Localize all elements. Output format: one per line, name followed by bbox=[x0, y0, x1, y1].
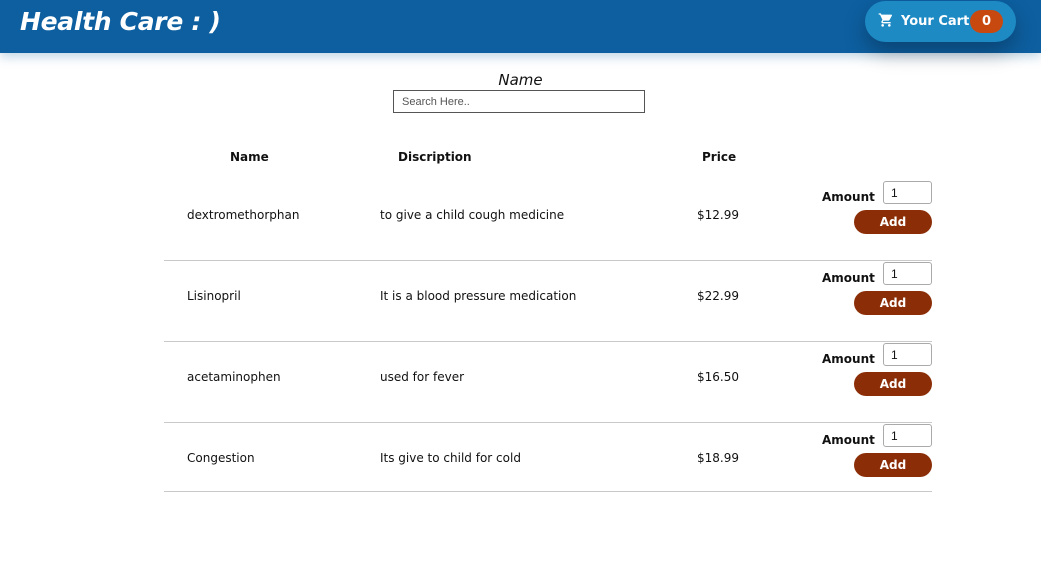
cart-label: Your Cart bbox=[901, 14, 970, 29]
top-navbar: Health Care : ) Your Cart 0 bbox=[0, 0, 1041, 53]
cart-button[interactable]: Your Cart 0 bbox=[865, 1, 1016, 42]
product-row: acetaminophen used for fever $16.50 Amou… bbox=[164, 342, 932, 423]
search-input[interactable] bbox=[393, 90, 645, 113]
product-price: $18.99 bbox=[697, 451, 739, 465]
add-button[interactable]: Add bbox=[854, 453, 932, 477]
amount-input[interactable] bbox=[883, 262, 932, 285]
amount-input[interactable] bbox=[883, 424, 932, 447]
product-row: Lisinopril It is a blood pressure medica… bbox=[164, 261, 932, 342]
product-description: to give a child cough medicine bbox=[380, 208, 565, 222]
amount-input[interactable] bbox=[883, 343, 932, 366]
product-description: used for fever bbox=[380, 370, 465, 384]
cart-count-badge: 0 bbox=[970, 10, 1003, 33]
brand-title[interactable]: Health Care : ) bbox=[20, 7, 221, 36]
product-name: dextromethorphan bbox=[187, 208, 300, 222]
product-name: Congestion bbox=[187, 451, 255, 465]
search-label: Name bbox=[498, 71, 543, 89]
column-header-description: Discription bbox=[398, 150, 472, 164]
amount-label: Amount bbox=[822, 271, 875, 285]
product-name: acetaminophen bbox=[187, 370, 281, 384]
column-header-name: Name bbox=[230, 150, 269, 164]
shopping-cart-icon bbox=[878, 13, 893, 27]
product-price: $12.99 bbox=[697, 208, 739, 222]
add-button[interactable]: Add bbox=[854, 291, 932, 315]
column-header-price: Price bbox=[702, 150, 737, 164]
amount-label: Amount bbox=[822, 352, 875, 366]
add-button[interactable]: Add bbox=[854, 210, 932, 234]
product-row: dextromethorphan to give a child cough m… bbox=[164, 180, 932, 261]
product-price: $16.50 bbox=[697, 370, 739, 384]
amount-label: Amount bbox=[822, 190, 875, 204]
product-row: Congestion Its give to child for cold $1… bbox=[164, 423, 932, 492]
add-button[interactable]: Add bbox=[854, 372, 932, 396]
product-description: It is a blood pressure medication bbox=[380, 289, 577, 303]
amount-label: Amount bbox=[822, 433, 875, 447]
product-name: Lisinopril bbox=[187, 289, 241, 303]
product-price: $22.99 bbox=[697, 289, 739, 303]
product-description: Its give to child for cold bbox=[380, 451, 521, 465]
amount-input[interactable] bbox=[883, 181, 932, 204]
